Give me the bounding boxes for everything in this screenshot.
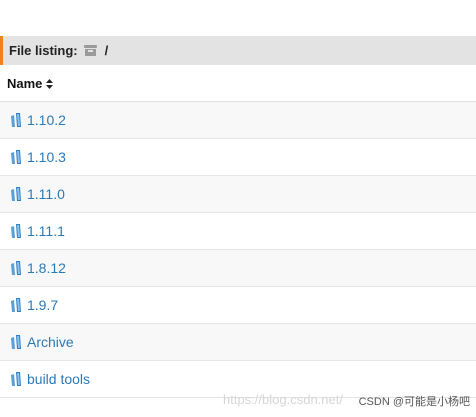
name-column-header[interactable]: Name xyxy=(0,65,476,102)
folder-link[interactable]: 1.8.12 xyxy=(27,260,66,276)
folder-link[interactable]: 1.11.0 xyxy=(27,186,65,202)
list-item[interactable]: 1.11.1 xyxy=(0,213,476,250)
folder-icon xyxy=(9,149,24,165)
watermark-credit: CSDN @可能是小杨吧 xyxy=(358,396,470,408)
folder-icon xyxy=(9,297,24,313)
folder-link[interactable]: Archive xyxy=(27,334,74,350)
list-item[interactable]: 1.10.2 xyxy=(0,102,476,139)
folder-icon xyxy=(9,186,24,202)
list-item[interactable]: 1.10.3 xyxy=(0,139,476,176)
breadcrumb-path[interactable]: / xyxy=(105,43,109,58)
sort-icon[interactable] xyxy=(46,79,54,89)
list-item[interactable]: 1.8.12 xyxy=(0,250,476,287)
file-list: 1.10.2 1.10.3 1.11.0 1.11.1 1.8.12 1.9.7 xyxy=(0,102,476,398)
folder-link[interactable]: build tools xyxy=(27,371,90,387)
file-listing-title: File listing: xyxy=(9,43,78,58)
folder-link[interactable]: 1.10.2 xyxy=(27,112,66,128)
folder-link[interactable]: 1.10.3 xyxy=(27,149,66,165)
file-listing-header: File listing: / xyxy=(0,36,476,65)
folder-icon xyxy=(9,112,24,128)
folder-link[interactable]: 1.11.1 xyxy=(27,223,65,239)
watermark-url: https://blog.csdn.net/ xyxy=(223,392,343,407)
list-item[interactable]: 1.11.0 xyxy=(0,176,476,213)
folder-link[interactable]: 1.9.7 xyxy=(27,297,58,313)
name-column-label[interactable]: Name xyxy=(7,76,42,91)
archive-box-icon[interactable] xyxy=(83,45,97,56)
list-item[interactable]: Archive xyxy=(0,324,476,361)
list-item[interactable]: 1.9.7 xyxy=(0,287,476,324)
folder-icon xyxy=(9,334,24,350)
folder-icon xyxy=(9,260,24,276)
folder-icon xyxy=(9,371,24,387)
folder-icon xyxy=(9,223,24,239)
